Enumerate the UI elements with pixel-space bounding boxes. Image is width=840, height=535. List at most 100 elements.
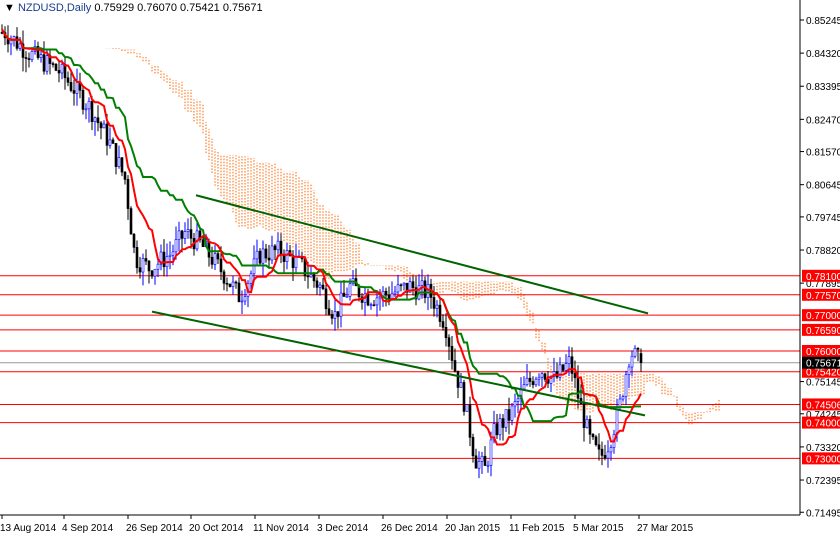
level-price-label: 0.78100 xyxy=(806,272,840,283)
candle xyxy=(213,245,217,271)
candle xyxy=(564,354,568,374)
candle xyxy=(48,49,52,75)
candle xyxy=(603,444,607,461)
candle-body xyxy=(399,284,403,287)
candle xyxy=(600,441,604,466)
ohlc-values: 0.75929 0.76070 0.75421 0.75671 xyxy=(94,2,263,14)
candle-body xyxy=(99,122,103,129)
candle-body xyxy=(603,455,607,459)
candle xyxy=(21,30,25,72)
candle-body xyxy=(156,263,160,270)
candle xyxy=(126,175,130,220)
candle xyxy=(66,71,70,87)
candle-body xyxy=(435,304,439,309)
candle xyxy=(480,451,484,474)
candle xyxy=(333,297,337,331)
candle-body xyxy=(420,280,424,286)
chart-header: ▼ NZDUSD,Daily 0.75929 0.76070 0.75421 0… xyxy=(4,2,263,14)
x-tick-label: 20 Oct 2014 xyxy=(189,523,244,534)
candle-body xyxy=(57,70,61,74)
candle-body xyxy=(126,179,130,209)
candle-body xyxy=(249,273,253,284)
candle xyxy=(138,256,142,279)
candle xyxy=(483,446,487,466)
candle-body xyxy=(117,157,121,167)
candle xyxy=(633,345,637,359)
candle xyxy=(231,275,235,295)
candle-body xyxy=(456,370,460,388)
candle xyxy=(279,233,283,264)
candle-body xyxy=(228,283,232,287)
candle xyxy=(396,274,400,295)
candle xyxy=(198,228,202,243)
candle-body xyxy=(171,251,175,256)
candle xyxy=(252,245,256,280)
level-price-label: 0.77570 xyxy=(806,291,840,302)
candle-body xyxy=(213,253,217,265)
price-chart[interactable]: 0.85245 0.84320 0.83395 0.82470 0.81570 0.806… xyxy=(0,0,840,535)
candle xyxy=(450,336,454,370)
candle-body xyxy=(444,327,448,338)
candle xyxy=(261,240,265,278)
candle-body xyxy=(465,404,469,412)
candle xyxy=(516,394,520,414)
y-tick-label: 0.84320 xyxy=(806,49,840,60)
candle-body xyxy=(54,63,58,71)
candle xyxy=(525,364,529,387)
chart-window[interactable]: 0.85245 0.84320 0.83395 0.82470 0.81570 0.806… xyxy=(0,0,840,535)
y-tick-label: 0.72395 xyxy=(806,476,840,487)
candle xyxy=(507,397,511,435)
collapse-triangle-icon[interactable]: ▼ xyxy=(4,2,15,14)
candle-body xyxy=(348,283,352,297)
candle-body xyxy=(402,282,406,286)
candle xyxy=(216,251,220,264)
candle-body xyxy=(615,406,619,435)
candle-body xyxy=(486,464,490,467)
candle xyxy=(165,243,169,277)
candle-body xyxy=(606,451,610,459)
y-tick-label: 0.79745 xyxy=(806,213,840,224)
candle xyxy=(243,288,247,305)
candle xyxy=(42,41,46,75)
candle xyxy=(186,218,190,239)
candle-body xyxy=(81,89,85,110)
candle-body xyxy=(225,282,229,285)
candle xyxy=(444,313,448,347)
candle-body xyxy=(138,267,142,273)
candle-body xyxy=(489,439,493,466)
x-tick-label: 26 Sep 2014 xyxy=(126,523,183,534)
candle-body xyxy=(69,82,73,91)
candle-body xyxy=(501,418,505,428)
candle-body xyxy=(483,455,487,466)
candle-body xyxy=(327,308,331,315)
candle xyxy=(588,415,592,444)
x-tick-label: 20 Jan 2015 xyxy=(445,523,500,534)
candle xyxy=(624,370,628,406)
candle-body xyxy=(66,77,70,83)
candle-body xyxy=(135,247,139,269)
level-price-label: 0.74506 xyxy=(806,400,840,411)
tenkan-line xyxy=(1,28,642,446)
candle xyxy=(282,249,286,274)
y-tick-label: 0.75145 xyxy=(806,378,840,389)
candle-body xyxy=(264,248,268,259)
candle xyxy=(498,413,502,441)
candle-body xyxy=(441,321,445,328)
candle xyxy=(327,299,331,316)
candle-body xyxy=(123,171,127,180)
candle-body xyxy=(525,377,529,385)
candle xyxy=(363,286,367,317)
candle-body xyxy=(39,54,43,58)
candle-body xyxy=(27,58,31,60)
candle xyxy=(132,232,136,254)
level-price-label: 0.76590 xyxy=(806,326,840,337)
candle xyxy=(150,269,154,279)
candle xyxy=(309,266,313,278)
x-tick-label: 11 Nov 2014 xyxy=(253,523,309,534)
candle-body xyxy=(462,382,466,412)
candle xyxy=(12,35,16,47)
candle xyxy=(318,281,322,296)
candle-body xyxy=(312,274,316,282)
candle-body xyxy=(153,268,157,277)
candle-body xyxy=(276,240,280,251)
